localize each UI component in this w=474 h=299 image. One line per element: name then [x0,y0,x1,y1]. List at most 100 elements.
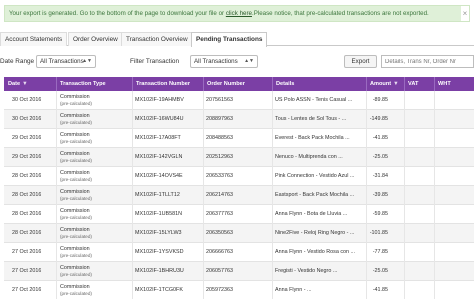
filter-transaction-select[interactable]: All Transactions ▲▼ [190,55,258,68]
column-divider [434,129,435,148]
cell-date: 28 Oct 2016 [12,173,42,179]
column-divider [203,110,204,129]
sort-down-icon: ▼ [393,81,399,87]
tab-pending-transactions[interactable]: Pending Transactions [191,32,268,47]
column-divider [203,224,204,243]
cell-order-number: 208488563 [206,135,233,141]
cell-pre-calculated-note: (pre-calculated) [60,120,92,125]
column-divider [272,205,273,224]
date-range-select[interactable]: All Transactions ▲▼ [36,55,96,68]
cell-pre-calculated-note: (pre-calculated) [60,139,92,144]
header-order-number[interactable]: Order Number [203,77,245,91]
column-divider [132,224,133,243]
cell-details: Fregisti - Vestido Negro ... [275,268,338,274]
cell-order-number: 206533763 [206,173,233,179]
column-divider [203,205,204,224]
cell-details: Anna Flynn - Bota de Lluvia ... [275,211,348,217]
cell-date: 27 Oct 2016 [12,249,42,255]
table-row[interactable]: 29 Oct 2016 Commission (pre-calculated) MX1… [4,129,474,148]
search-input[interactable] [381,55,474,68]
table-row[interactable]: 28 Oct 2016 Commission (pre-calculated) MX1… [4,186,474,205]
header-transaction-number[interactable]: Transaction Number [132,77,190,91]
column-divider [404,262,405,281]
column-divider [272,148,273,167]
cell-transaction-type: Commission [60,132,90,138]
table-row[interactable]: 28 Oct 2016 Commission (pre-calculated) MX1… [4,224,474,243]
cell-details: Anna Flynn - ... [275,287,312,293]
cell-order-number: 206350563 [206,230,233,236]
cell-date: 29 Oct 2016 [12,154,42,160]
chevron-updown-icon: ▲▼ [82,58,92,64]
column-divider [272,186,273,205]
cell-amount: -25.05 [372,154,388,160]
tab-bar: Account Statements Order Overview Transa… [0,32,474,47]
column-divider [434,205,435,224]
cell-transaction-number: MX102IF-15LYLW3 [135,230,182,236]
cell-date: 28 Oct 2016 [12,192,42,198]
tab-order-overview[interactable]: Order Overview [68,32,123,46]
column-divider [132,91,133,110]
cell-amount: -25.05 [372,268,388,274]
column-divider [132,110,133,129]
table-row[interactable]: 27 Oct 2016 Commission (pre-calculated) MX1… [4,243,474,262]
cell-order-number: 206214763 [206,192,233,198]
table-row[interactable]: 28 Oct 2016 Commission (pre-calculated) MX1… [4,205,474,224]
column-divider [203,91,204,110]
column-divider [56,167,57,186]
column-divider [56,281,57,299]
table-row[interactable]: 28 Oct 2016 Commission (pre-calculated) MX1… [4,167,474,186]
cell-transaction-type: Commission [60,265,90,271]
column-divider [56,205,57,224]
cell-amount: -149.85 [369,116,388,122]
column-divider [56,243,57,262]
header-vat[interactable]: VAT [404,77,418,91]
table-row[interactable]: 30 Oct 2016 Commission (pre-calculated) MX1… [4,91,474,110]
header-date[interactable]: Date ▼ [8,77,28,91]
column-divider [132,281,133,299]
cell-transaction-number: MX102IF-1TLLT12 [135,192,180,198]
cell-amount: -77.85 [372,249,388,255]
column-divider [434,243,435,262]
cell-order-number: 206377763 [206,211,233,217]
header-amount[interactable]: Amount ▼ [366,77,399,91]
column-divider [404,167,405,186]
cell-pre-calculated-note: (pre-calculated) [60,291,92,296]
header-details[interactable]: Details [272,77,294,91]
close-icon[interactable]: × [461,6,469,21]
column-divider [203,281,204,299]
table-header: Date ▼ Transaction Type Transaction Numbe… [4,77,474,91]
cell-order-number: 205972363 [206,287,233,293]
column-divider [203,129,204,148]
header-transaction-type[interactable]: Transaction Type [56,77,106,91]
header-wht[interactable]: WHT [434,77,451,91]
tab-transaction-overview[interactable]: Transaction Overview [121,32,193,46]
cell-transaction-number: MX102IF-1YSVKSD [135,249,184,255]
table-row[interactable]: 27 Oct 2016 Commission (pre-calculated) MX1… [4,281,474,299]
click-here-link[interactable]: click here [226,10,252,17]
column-divider [56,262,57,281]
cell-details: Eastsport - Back Pack Mochila ... [275,192,355,198]
cell-details: Nine2Five - Reloj Ring Negro - ... [275,230,355,236]
pending-transactions-table: Date ▼ Transaction Type Transaction Numbe… [4,77,474,299]
table-row[interactable]: 29 Oct 2016 Commission (pre-calculated) MX1… [4,148,474,167]
column-divider [404,205,405,224]
tab-account-statements[interactable]: Account Statements [0,32,68,46]
table-row[interactable]: 27 Oct 2016 Commission (pre-calculated) MX1… [4,262,474,281]
column-divider [203,167,204,186]
column-divider [272,110,273,129]
alert-message-start: Your export is generated. Go to the bott… [9,10,226,17]
column-divider [272,91,273,110]
column-divider [434,281,435,299]
cell-transaction-number: MX102IF-14OVS4E [135,173,183,179]
export-button[interactable]: Export [344,55,377,68]
column-divider [132,129,133,148]
column-divider [56,129,57,148]
table-row[interactable]: 30 Oct 2016 Commission (pre-calculated) MX1… [4,110,474,129]
cell-pre-calculated-note: (pre-calculated) [60,215,92,220]
cell-details: US Polo ASSN - Tenis Casual ... [275,97,353,103]
column-divider [56,91,57,110]
column-divider [56,224,57,243]
column-divider [272,224,273,243]
cell-details: Tous - Lentes de Sol Tous - ... [275,116,347,122]
filter-transaction-label: Filter Transaction [130,58,180,65]
